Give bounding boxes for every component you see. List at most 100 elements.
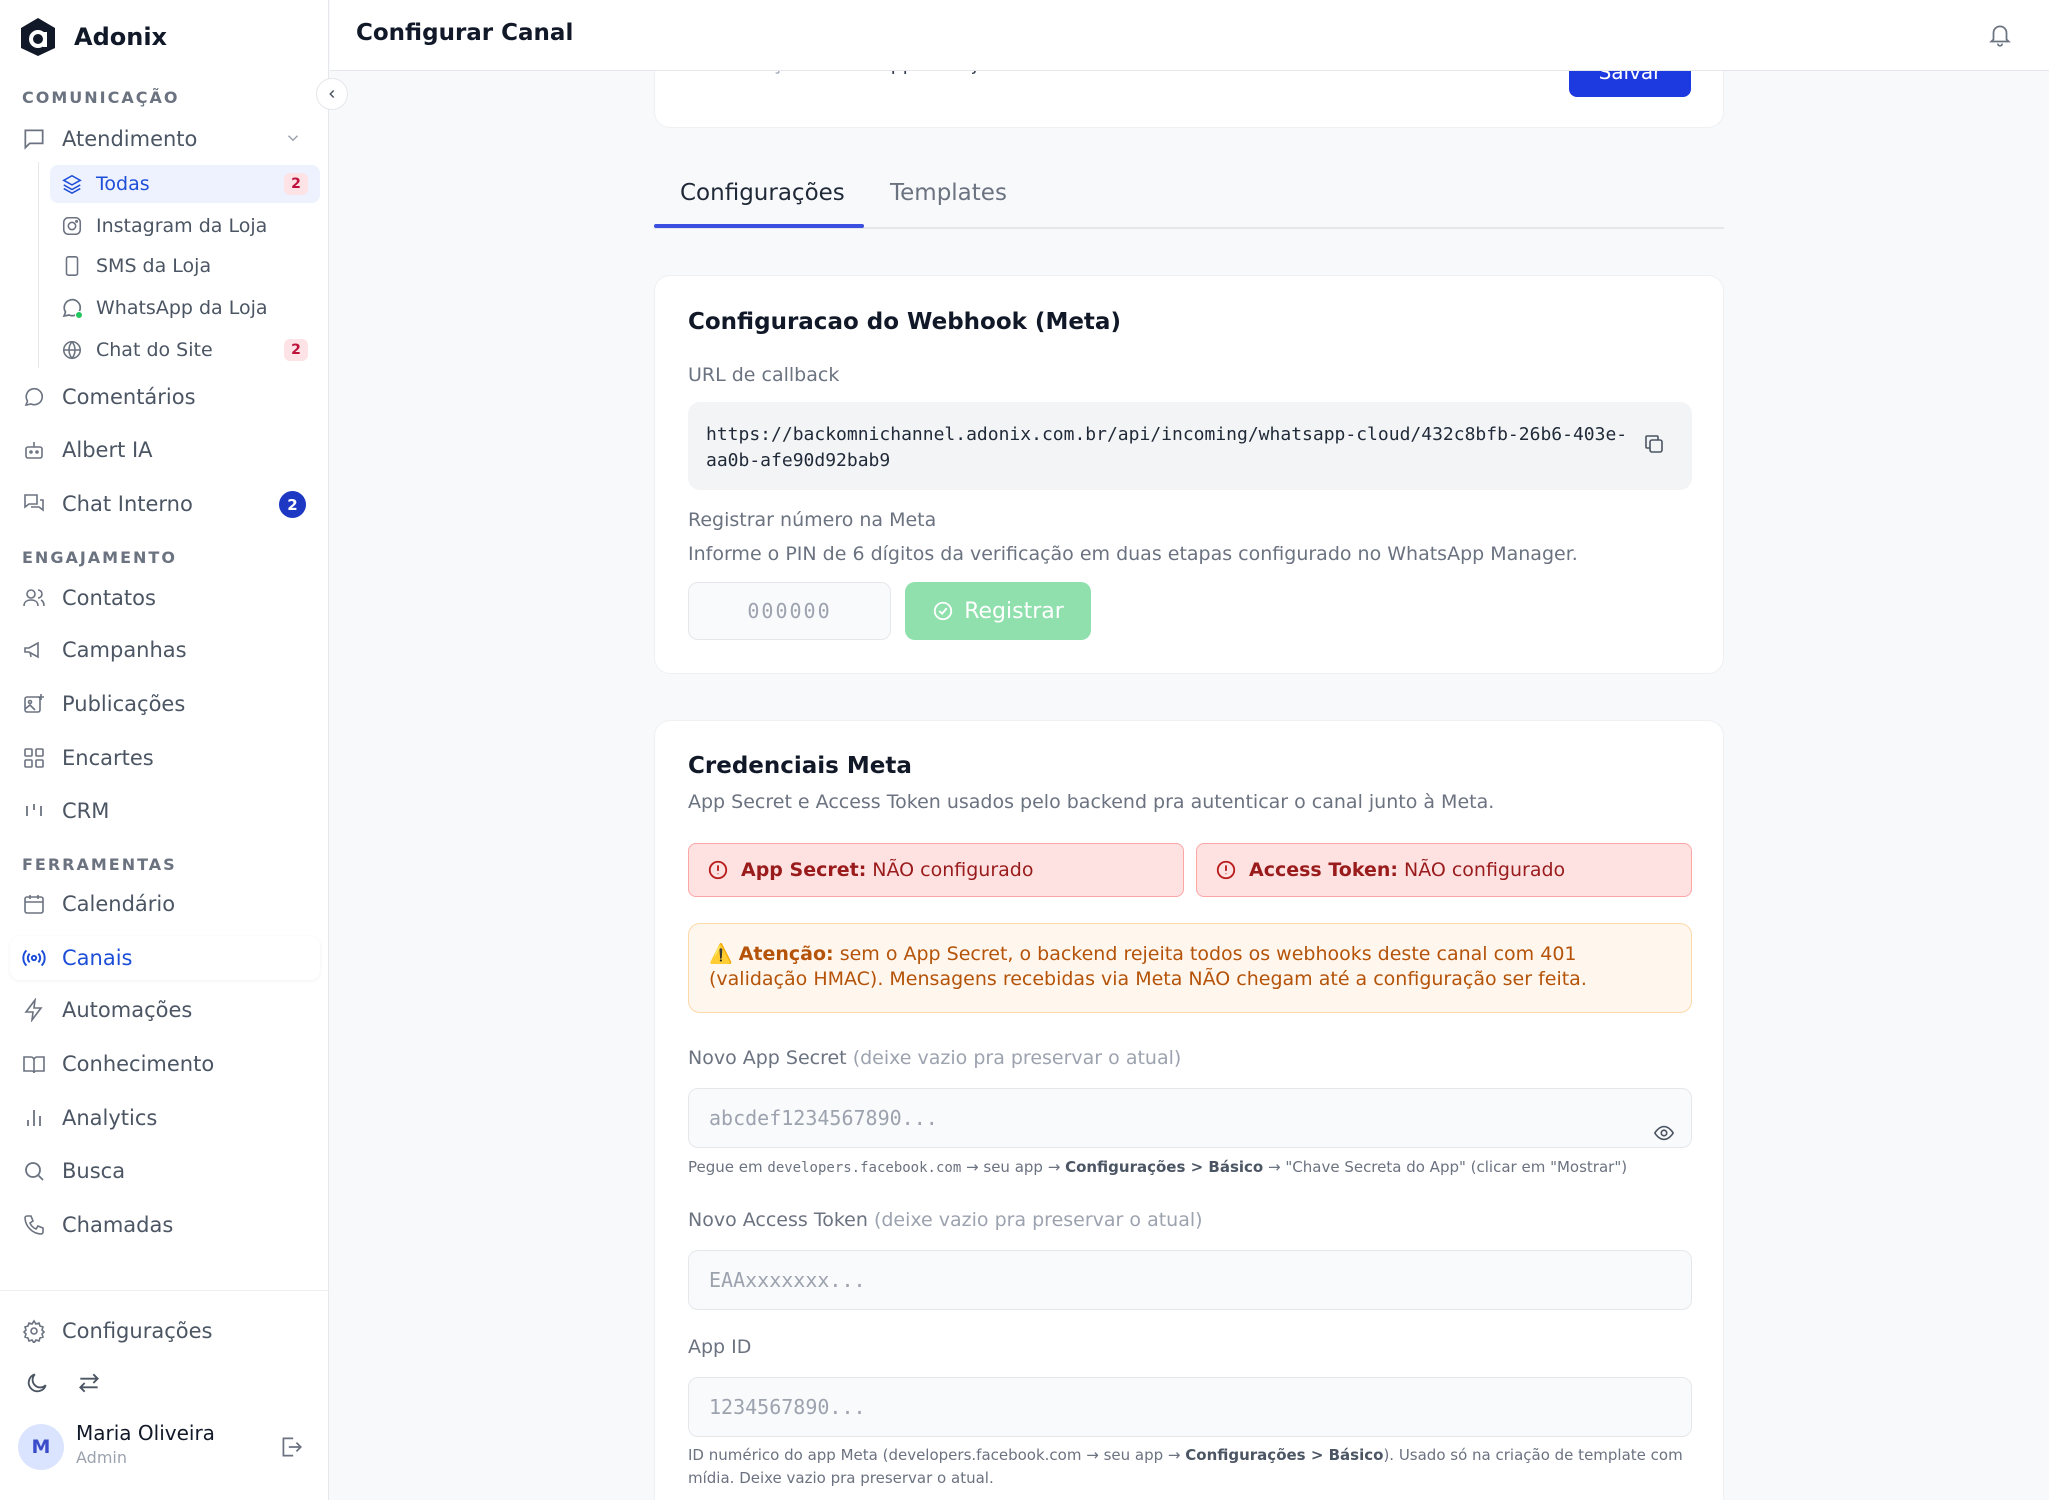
grid-icon — [12, 746, 56, 770]
app-id-hint: ID numérico do app Meta (developers.face… — [688, 1446, 1683, 1487]
count-badge: 2 — [279, 491, 306, 518]
tab-templates[interactable]: Templates — [890, 180, 1007, 206]
switch-arrows-icon[interactable] — [76, 1370, 102, 1400]
sidebar-item-crm[interactable]: CRM — [10, 789, 320, 833]
sidebar-subitem-sms[interactable]: SMS da Loja — [50, 247, 320, 285]
sidebar-subitem-chat-site[interactable]: Chat do Site 2 — [50, 331, 320, 369]
tabs: Configurações Templates — [654, 170, 1724, 229]
kanban-icon — [12, 799, 56, 823]
callback-label: URL de callback — [688, 364, 840, 386]
pin-input[interactable]: 000000 — [688, 582, 891, 640]
sidebar-subitem-whatsapp[interactable]: WhatsApp da Loja — [50, 289, 320, 327]
sidebar-item-label: Analytics — [62, 1106, 158, 1130]
sidebar-item-campanhas[interactable]: Campanhas — [10, 628, 320, 672]
sidebar-item-automacoes[interactable]: Automações — [10, 988, 320, 1032]
section-comunicacao: COMUNICAÇÃO — [22, 88, 180, 107]
sidebar-item-albert-ia[interactable]: Albert IA — [10, 428, 320, 472]
tab-configuracoes[interactable]: Configurações — [680, 180, 845, 206]
sidebar-item-label: Configurações — [62, 1319, 213, 1343]
phone-icon — [12, 1213, 56, 1237]
sidebar-subitem-label: Instagram da Loja — [96, 215, 268, 237]
hmac-warning-box: ⚠️ Atenção: sem o App Secret, o backend … — [688, 923, 1692, 1013]
count-badge: 2 — [284, 339, 308, 361]
brand[interactable]: Adonix — [18, 16, 167, 58]
sidebar-item-busca[interactable]: Busca — [10, 1149, 320, 1193]
webhook-config-card: Configuracao do Webhook (Meta) URL de ca… — [654, 275, 1724, 674]
top-bar: Configurar Canal — [330, 0, 2049, 71]
sidebar-item-atendimento[interactable]: Atendimento — [10, 117, 320, 161]
sidebar-item-calendario[interactable]: Calendário — [10, 882, 320, 926]
count-badge: 2 — [284, 173, 308, 195]
sidebar-item-canais[interactable]: Canais — [10, 936, 320, 980]
sidebar-item-analytics[interactable]: Analytics — [10, 1096, 320, 1140]
sidebar-item-contatos[interactable]: Contatos — [10, 576, 320, 620]
collapse-sidebar-button[interactable] — [316, 78, 348, 110]
active-tab-indicator — [654, 224, 864, 228]
register-button[interactable]: Registrar — [905, 582, 1091, 640]
callback-url-box: https://backomnichannel.adonix.com.br/ap… — [688, 402, 1692, 490]
image-plus-icon — [12, 692, 56, 716]
sidebar-item-publicacoes[interactable]: Publicações — [10, 682, 320, 726]
sidebar-subitem-label: WhatsApp da Loja — [96, 297, 268, 319]
message-square-icon — [12, 126, 56, 152]
sidebar-subitem-instagram[interactable]: Instagram da Loja — [50, 207, 320, 245]
sidebar-item-chamadas[interactable]: Chamadas — [10, 1203, 320, 1247]
section-engajamento: ENGAJAMENTO — [22, 548, 177, 567]
chevron-down-icon — [284, 129, 302, 151]
chevron-left-icon — [329, 89, 335, 99]
message-circle-icon — [12, 385, 56, 409]
sidebar-item-label: Contatos — [62, 586, 156, 610]
app-id-label: App ID — [688, 1336, 752, 1358]
sidebar-item-comentarios[interactable]: Comentários — [10, 375, 320, 419]
card-title: Credenciais Meta — [688, 753, 912, 779]
sidebar-item-label: Calendário — [62, 892, 176, 916]
user-name: Maria Oliveira — [76, 1421, 215, 1445]
callback-url: https://backomnichannel.adonix.com.br/ap… — [706, 424, 1628, 471]
book-open-icon — [12, 1052, 56, 1076]
sidebar-item-label: Atendimento — [62, 127, 198, 151]
app-secret-hint: Pegue em developers.facebook.com → seu a… — [688, 1158, 1628, 1176]
check-circle-icon — [934, 601, 953, 621]
logout-icon[interactable] — [278, 1434, 304, 1464]
bar-chart-icon — [12, 1106, 56, 1130]
card-subtitle: App Secret e Access Token usados pelo ba… — [688, 791, 1495, 813]
page-title: Configurar Canal — [356, 20, 574, 46]
adonix-logo-icon — [21, 18, 55, 56]
warning-icon: ⚠️ — [709, 943, 733, 965]
sidebar-item-label: Automações — [62, 998, 193, 1022]
section-ferramentas: FERRAMENTAS — [22, 855, 177, 874]
sidebar-subitem-todas[interactable]: Todas 2 — [50, 165, 320, 203]
sidebar-item-label: Chamadas — [62, 1213, 174, 1237]
sidebar-item-label: Campanhas — [62, 638, 187, 662]
sidebar-item-label: Encartes — [62, 746, 154, 770]
brand-name: Adonix — [74, 23, 168, 51]
sidebar-item-configuracoes[interactable]: Configurações — [10, 1309, 320, 1353]
bell-icon[interactable] — [1987, 22, 2013, 52]
sidebar-subitem-label: Todas — [96, 173, 150, 195]
register-label: Registrar número na Meta — [688, 509, 937, 531]
sidebar-item-conhecimento[interactable]: Conhecimento — [10, 1042, 320, 1086]
sidebar-subitem-label: Chat do Site — [96, 339, 213, 361]
sidebar-item-encartes[interactable]: Encartes — [10, 736, 320, 780]
avatar[interactable]: M — [18, 1424, 64, 1470]
bot-icon — [12, 438, 56, 462]
calendar-icon — [12, 892, 56, 916]
moon-icon[interactable] — [24, 1370, 50, 1400]
access-token-label: Novo Access Token (deixe vazio pra prese… — [688, 1209, 1203, 1231]
access-token-input[interactable]: EAAxxxxxxx... — [688, 1250, 1692, 1310]
sidebar-item-chat-interno[interactable]: Chat Interno 2 — [10, 482, 320, 526]
messages-icon — [12, 492, 56, 516]
app-secret-input[interactable]: abcdef1234567890... — [688, 1088, 1692, 1148]
submenu-guide-line — [38, 162, 39, 368]
instagram-icon — [58, 215, 86, 237]
alert-circle-icon — [1216, 860, 1236, 880]
app-secret-label: Novo App Secret (deixe vazio pra preserv… — [688, 1047, 1182, 1069]
sidebar-item-label: CRM — [62, 799, 110, 823]
radio-tower-icon — [12, 945, 56, 971]
smartphone-icon — [58, 255, 86, 277]
app-id-input[interactable]: 1234567890... — [688, 1377, 1692, 1437]
gear-icon — [12, 1319, 56, 1343]
sidebar-item-label: Chat Interno — [62, 492, 193, 516]
sidebar-item-label: Publicações — [62, 692, 186, 716]
copy-icon[interactable] — [1642, 432, 1666, 460]
